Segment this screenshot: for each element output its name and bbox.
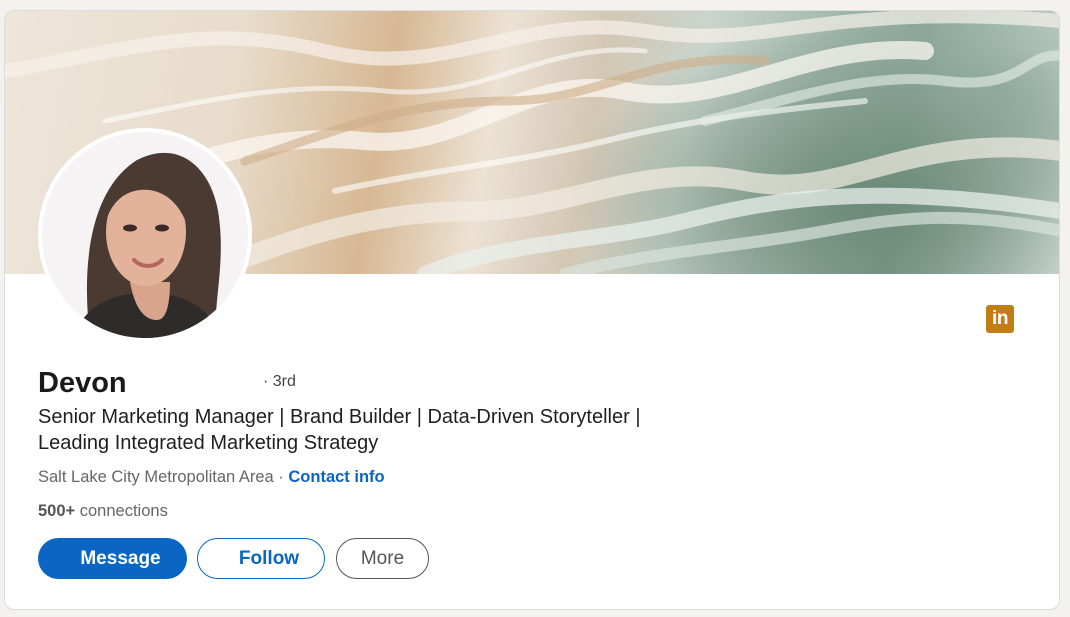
profile-card: in Devon · 3rd Senior Marketing Manager … [4, 10, 1060, 610]
connections-label: connections [75, 502, 168, 520]
profile-avatar[interactable] [38, 128, 252, 342]
contact-info-link[interactable]: Contact info [288, 468, 384, 486]
name-row: Devon · 3rd [38, 365, 296, 401]
connections-number: 500+ [38, 502, 76, 520]
connections-count[interactable]: 500+ connections [38, 500, 168, 522]
message-button[interactable]: Message [38, 538, 187, 579]
location-separator: · [273, 468, 289, 486]
profile-name: Devon [38, 367, 127, 399]
profile-photo [42, 132, 248, 338]
profile-actions: Message Follow More [38, 538, 429, 579]
connection-degree: · 3rd [263, 373, 296, 390]
profile-headline: Senior Marketing Manager | Brand Builder… [38, 406, 641, 454]
profile-location: Salt Lake City Metropolitan Area [38, 468, 274, 486]
follow-button[interactable]: Follow [197, 538, 325, 579]
location-row: Salt Lake City Metropolitan Area · Conta… [38, 466, 385, 488]
more-button[interactable]: More [336, 538, 429, 579]
linkedin-icon[interactable]: in [986, 305, 1014, 333]
